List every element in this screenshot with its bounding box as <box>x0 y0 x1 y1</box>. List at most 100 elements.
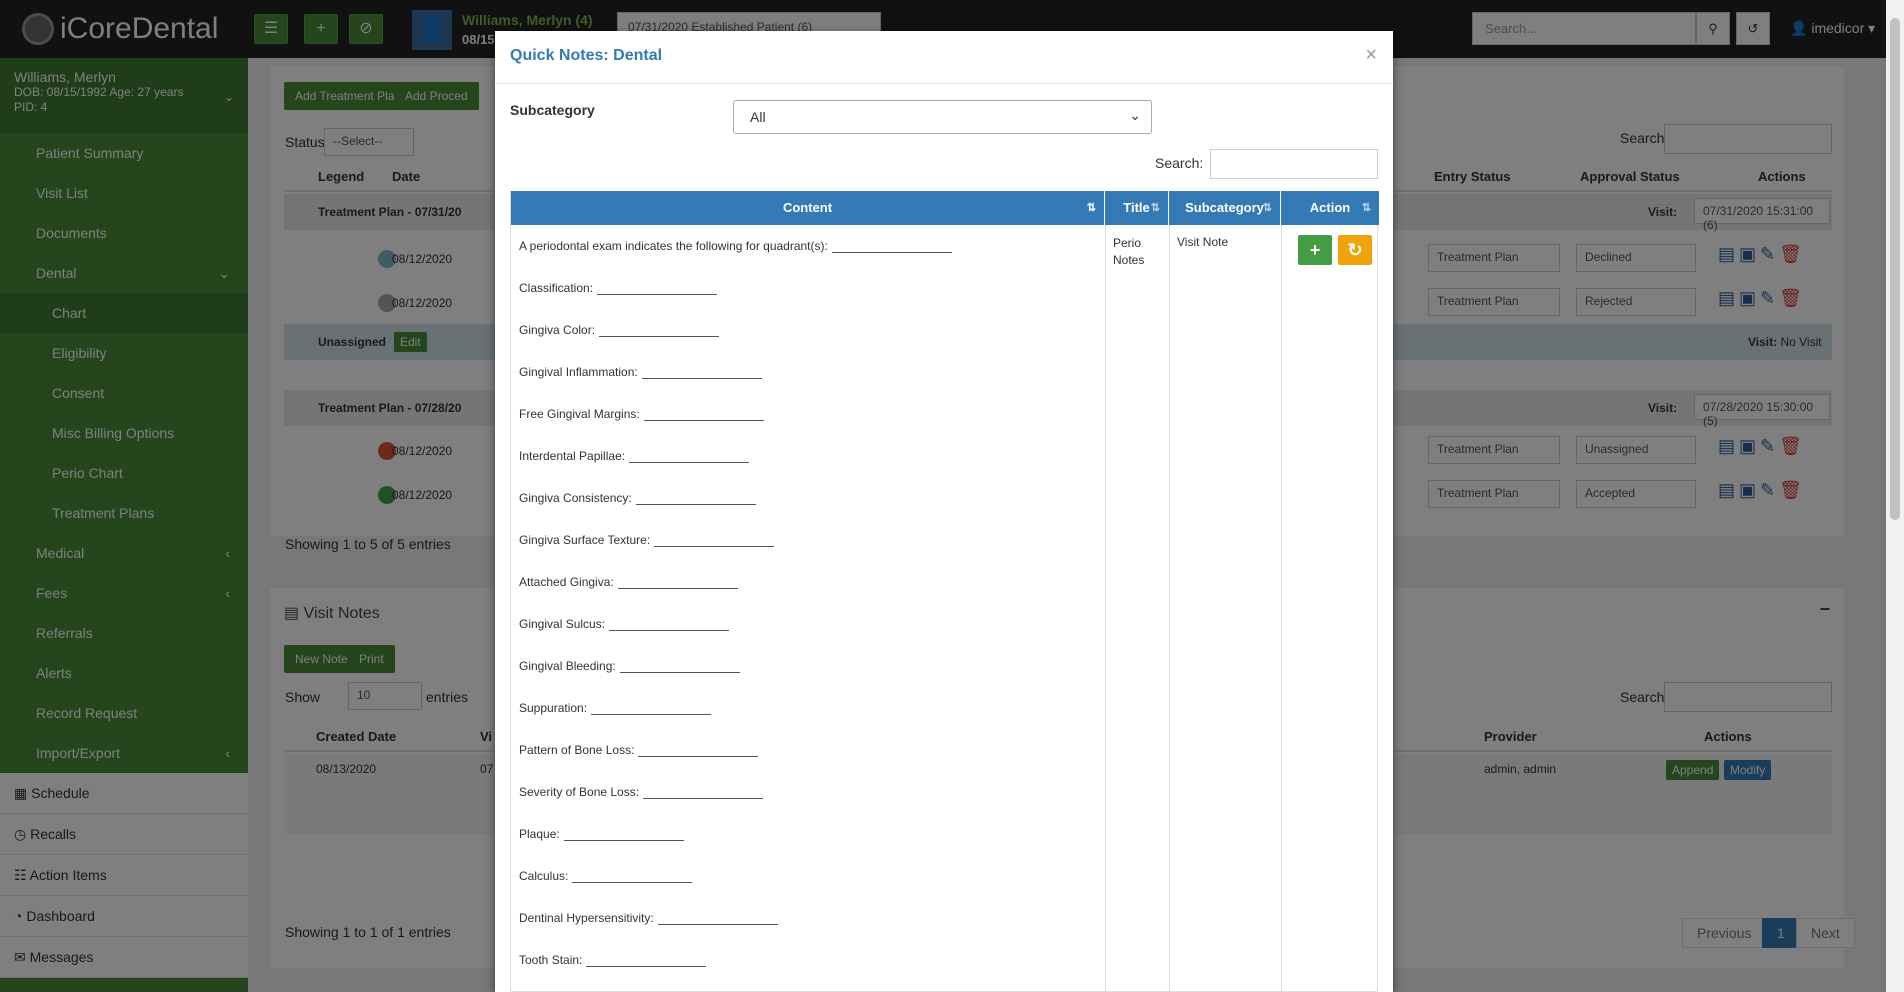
content-line: A periodontal exam indicates the followi… <box>519 235 1079 277</box>
line-label: Attached Gingiva: <box>519 575 614 589</box>
blank-field[interactable] <box>619 659 740 673</box>
col-content-label: Content <box>782 200 833 215</box>
blank-field[interactable] <box>586 953 707 967</box>
line-label: Tooth Stain: <box>519 953 583 967</box>
col-subcategory[interactable]: Subcategory ⇅ <box>1169 191 1281 225</box>
col-content[interactable]: Content ⇅ <box>511 191 1105 225</box>
line-label: Gingiva Color: <box>519 323 596 337</box>
refresh-icon: ↻ <box>1347 240 1363 260</box>
modal-search-input[interactable] <box>1210 149 1378 179</box>
content-line-text: Severity of Bone Loss: <box>519 785 764 799</box>
blank-field[interactable] <box>597 281 718 295</box>
blank-field[interactable] <box>643 785 764 799</box>
content-line-text: Attached Gingiva: <box>519 575 738 589</box>
content-line: Attached Gingiva: <box>519 571 1079 613</box>
content-line-text: A periodontal exam indicates the followi… <box>519 239 952 253</box>
column-divider <box>1105 225 1106 992</box>
line-label: Gingiva Surface Texture: <box>519 533 651 547</box>
scrollbar-thumb[interactable] <box>1890 18 1900 520</box>
subcategory-label: Subcategory <box>510 102 595 118</box>
content-line-text: Dentinal Hypersensitivity: <box>519 911 778 925</box>
blank-field[interactable] <box>629 449 750 463</box>
quick-notes-table: Content ⇅ Title ⇅ Subcategory ⇅ Action ⇅ A p… <box>510 191 1379 992</box>
blank-field[interactable] <box>599 323 720 337</box>
content-line-text: Gingiva Color: <box>519 323 720 337</box>
line-label: Gingiva Consistency: <box>519 491 632 505</box>
line-label: Gingival Sulcus: <box>519 617 606 631</box>
content-line: Suppuration: <box>519 697 1079 739</box>
line-label: Interdental Papillae: <box>519 449 626 463</box>
content-line-text: Pattern of Bone Loss: <box>519 743 759 757</box>
content-line: Plaque: <box>519 823 1079 865</box>
content-cell: A periodontal exam indicates the followi… <box>519 235 1079 991</box>
blank-field[interactable] <box>563 827 684 841</box>
content-line: Gingiva Consistency: <box>519 487 1079 529</box>
blank-field[interactable] <box>654 533 775 547</box>
content-line: Tooth Stain: <box>519 949 1079 991</box>
content-line: Interdental Papillae: <box>519 445 1079 487</box>
close-button[interactable]: × <box>1365 44 1377 67</box>
line-label: Plaque: <box>519 827 560 841</box>
content-line-text: Gingival Sulcus: <box>519 617 730 631</box>
title-cell: Perio Notes <box>1113 235 1144 269</box>
quick-notes-modal: Quick Notes: Dental × Subcategory All ⌄ S… <box>495 31 1393 992</box>
title-line-1: Perio <box>1113 236 1142 250</box>
blank-field[interactable] <box>617 575 738 589</box>
content-line-text: Gingival Bleeding: <box>519 659 740 673</box>
subcategory-cell: Visit Note <box>1177 235 1229 249</box>
line-label: A periodontal exam indicates the followi… <box>519 239 828 253</box>
line-label: Gingival Inflammation: <box>519 365 638 379</box>
col-title-label: Title <box>1123 200 1150 215</box>
insert-note-button[interactable]: + <box>1298 235 1332 265</box>
modal-search-label: Search: <box>1155 155 1204 171</box>
sort-icon: ⇅ <box>1262 202 1272 214</box>
line-label: Calculus: <box>519 869 569 883</box>
blank-field[interactable] <box>572 869 693 883</box>
content-line-text: Classification: <box>519 281 718 295</box>
plus-icon: + <box>1309 240 1321 260</box>
sort-icon: ⇅ <box>1150 202 1160 214</box>
content-line: Gingiva Color: <box>519 319 1079 361</box>
content-line: Gingiva Surface Texture: <box>519 529 1079 571</box>
col-title[interactable]: Title ⇅ <box>1105 191 1169 225</box>
content-line-text: Interdental Papillae: <box>519 449 750 463</box>
content-line: Classification: <box>519 277 1079 319</box>
col-action[interactable]: Action ⇅ <box>1281 191 1379 225</box>
content-line-text: Plaque: <box>519 827 684 841</box>
blank-field[interactable] <box>657 911 778 925</box>
content-line: Severity of Bone Loss: <box>519 781 1079 823</box>
line-label: Severity of Bone Loss: <box>519 785 640 799</box>
content-line: Free Gingival Margins: <box>519 403 1079 445</box>
sort-icon: ⇅ <box>1361 202 1371 214</box>
modal-divider <box>495 83 1393 84</box>
replace-note-button[interactable]: ↻ <box>1338 235 1372 265</box>
line-label: Dentinal Hypersensitivity: <box>519 911 654 925</box>
content-line-text: Gingiva Consistency: <box>519 491 756 505</box>
col-action-label: Action <box>1309 200 1351 215</box>
content-line-text: Gingiva Surface Texture: <box>519 533 775 547</box>
subcategory-select[interactable]: All ⌄ <box>733 100 1152 134</box>
close-icon: × <box>1365 44 1377 66</box>
page-scrollbar[interactable] <box>1886 0 1904 992</box>
content-line: Pattern of Bone Loss: <box>519 739 1079 781</box>
content-line: Gingival Inflammation: <box>519 361 1079 403</box>
subcategory-value: All <box>750 109 766 125</box>
content-line-text: Suppuration: <box>519 701 712 715</box>
content-line-text: Gingival Inflammation: <box>519 365 762 379</box>
blank-field[interactable] <box>609 617 730 631</box>
chevron-down-icon: ⌄ <box>1129 107 1141 123</box>
line-label: Suppuration: <box>519 701 588 715</box>
blank-field[interactable] <box>635 491 756 505</box>
content-line-text: Tooth Stain: <box>519 953 707 967</box>
blank-field[interactable] <box>643 407 764 421</box>
blank-field[interactable] <box>641 365 762 379</box>
line-label: Classification: <box>519 281 594 295</box>
column-divider <box>1169 225 1170 992</box>
blank-field[interactable] <box>638 743 759 757</box>
content-line: Gingival Bleeding: <box>519 655 1079 697</box>
content-line: Dentinal Hypersensitivity: <box>519 907 1079 949</box>
content-line: Calculus: <box>519 865 1079 907</box>
title-line-2: Notes <box>1113 253 1145 267</box>
blank-field[interactable] <box>591 701 712 715</box>
blank-field[interactable] <box>831 239 952 253</box>
